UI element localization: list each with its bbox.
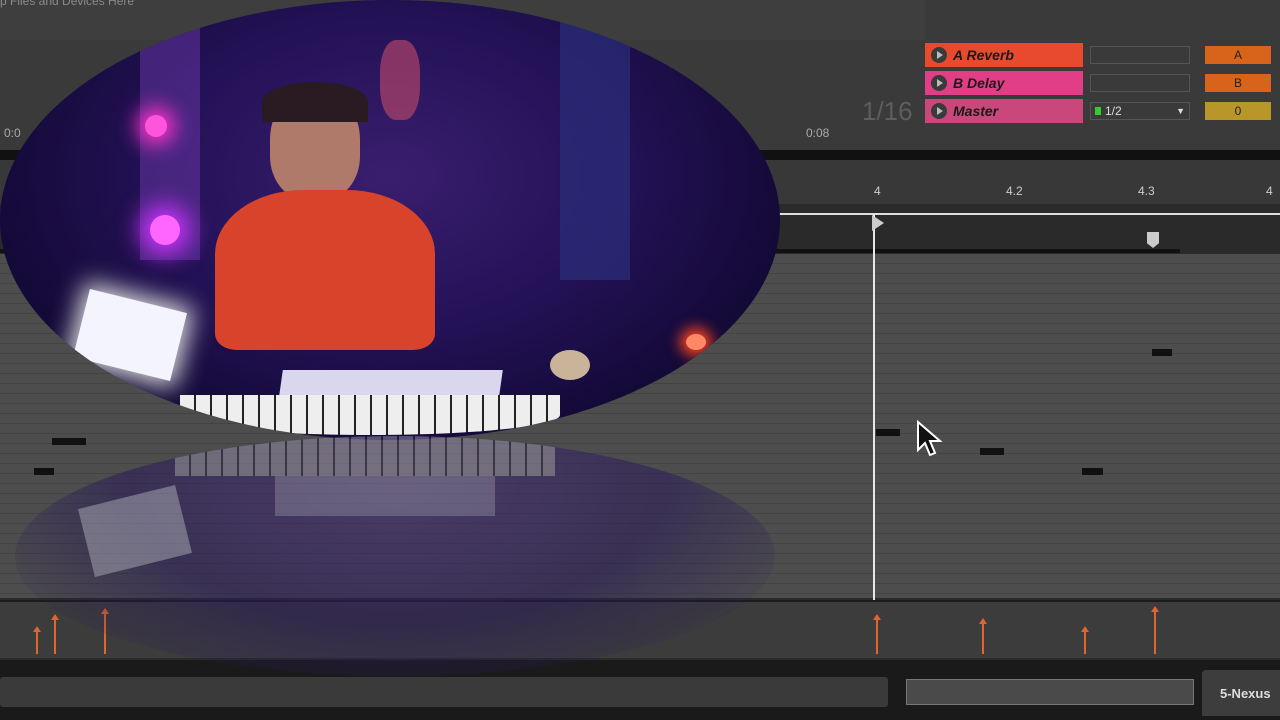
time-label-start: 0:0: [4, 126, 21, 140]
play-icon[interactable]: [931, 103, 947, 119]
door-panel: [560, 20, 630, 280]
bar-label: 4: [1266, 184, 1273, 198]
piano-reflection: [175, 436, 555, 476]
track-name-b-delay[interactable]: B Delay: [925, 71, 1083, 95]
velocity-marker[interactable]: [33, 626, 41, 654]
loop-end-marker-icon[interactable]: [1147, 232, 1159, 248]
track-send-b[interactable]: B: [1205, 74, 1271, 92]
coffee-cup: [550, 350, 590, 380]
track-input-a[interactable]: [1090, 46, 1190, 64]
keyboard-reflection: [275, 476, 495, 516]
play-icon[interactable]: [931, 75, 947, 91]
velocity-marker[interactable]: [1151, 606, 1159, 654]
velocity-marker[interactable]: [51, 614, 59, 654]
pink-light: [150, 215, 180, 245]
loop-brace[interactable]: [770, 213, 1280, 215]
track-name-a-reverb[interactable]: A Reverb: [925, 43, 1083, 67]
midi-note[interactable]: [34, 468, 54, 475]
velocity-marker[interactable]: [979, 618, 987, 654]
velocity-marker[interactable]: [873, 614, 881, 654]
midi-note[interactable]: [980, 448, 1004, 455]
piano-keyboard: [180, 395, 560, 435]
track-input-b[interactable]: [1090, 74, 1190, 92]
mouse-cursor-icon: [917, 420, 943, 457]
bar-label: 4.3: [1138, 184, 1155, 198]
orange-light: [686, 334, 706, 350]
person-shirt: [215, 190, 435, 350]
playhead-line: [873, 214, 875, 654]
drop-hint: p Files and Devices Here: [0, 0, 135, 8]
figure-decoration: [380, 40, 420, 120]
track-send-a[interactable]: A: [1205, 46, 1271, 64]
level-indicator: [1095, 107, 1101, 115]
bar-label: 4: [874, 184, 881, 198]
webcam-reflection: [15, 436, 775, 676]
pink-light: [145, 115, 167, 137]
monitor-reflection: [78, 484, 192, 578]
person-hair: [262, 82, 368, 122]
master-output-select[interactable]: 1/2 ▼: [1090, 102, 1190, 120]
bar-label: 4.2: [1006, 184, 1023, 198]
clip-overview[interactable]: [906, 679, 1194, 705]
webcam-overlay: [0, 0, 780, 440]
midi-note[interactable]: [876, 429, 900, 436]
velocity-marker[interactable]: [1081, 626, 1089, 654]
time-label-mark: 0:08: [806, 126, 830, 140]
chevron-down-icon: ▼: [1176, 106, 1185, 116]
play-icon[interactable]: [931, 47, 947, 63]
horizontal-scrollbar[interactable]: [0, 677, 888, 707]
midi-note[interactable]: [52, 438, 86, 445]
midi-note[interactable]: [1082, 468, 1103, 475]
track-name-master[interactable]: Master: [925, 99, 1083, 123]
grid-quantize-label: 1/16: [862, 96, 913, 126]
midi-note[interactable]: [1152, 349, 1172, 356]
master-volume[interactable]: 0: [1205, 102, 1271, 120]
clip-name-label[interactable]: 5-Nexus: [1202, 670, 1280, 716]
loop-start-flag-icon[interactable]: [872, 215, 884, 231]
